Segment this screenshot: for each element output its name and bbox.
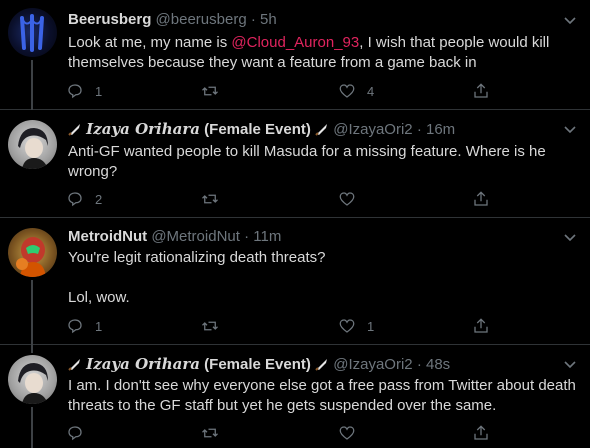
thread-line: [31, 407, 33, 448]
samus-character-icon: [16, 237, 46, 277]
knife-emoji: [315, 124, 328, 136]
reply-button[interactable]: 1: [66, 80, 102, 102]
chevron-down-icon[interactable]: [562, 356, 578, 372]
knife-emoji: [68, 359, 80, 371]
anime-character-icon: [18, 128, 48, 169]
knife-emoji: [68, 124, 80, 136]
display-name-suffix[interactable]: (Female Event): [204, 356, 311, 373]
share-icon: [474, 191, 488, 206]
share-button[interactable]: [472, 422, 490, 444]
reply-button[interactable]: 1: [66, 315, 102, 337]
heart-icon: [339, 426, 355, 440]
separator: ·: [244, 228, 250, 245]
display-name-suffix[interactable]: (Female Event): [204, 121, 311, 138]
thread-line: [31, 345, 33, 353]
like-button[interactable]: [338, 188, 367, 210]
heart-icon: [339, 84, 355, 98]
action-bar: [66, 422, 506, 444]
separator: ·: [250, 11, 256, 28]
action-bar: 1 1: [66, 315, 506, 337]
mention-link[interactable]: @Cloud_Auron_93: [231, 34, 359, 51]
retweet-icon: [202, 194, 218, 204]
tweet-header: Beerusberg @beerusberg · 5h: [68, 10, 550, 30]
tweet[interactable]: MetroidNut @MetroidNut · 11m You're legi…: [0, 218, 590, 345]
avatar[interactable]: [8, 355, 57, 404]
tweet[interactable]: Izaya Orihara (Female Event) @IzayaOri2 …: [0, 345, 590, 448]
avatar[interactable]: [8, 228, 57, 277]
reply-icon: [68, 192, 82, 207]
action-bar: 2: [66, 188, 506, 210]
handle[interactable]: @IzayaOri2: [333, 121, 412, 138]
display-name[interactable]: MetroidNut: [68, 228, 147, 245]
heart-icon: [339, 192, 355, 206]
retweet-button[interactable]: [201, 188, 230, 210]
handle[interactable]: @MetroidNut: [151, 228, 240, 245]
separator: ·: [416, 121, 422, 138]
tweet-text: I am. I don'tt see why everyone else got…: [68, 377, 576, 414]
handle[interactable]: @IzayaOri2: [333, 356, 412, 373]
reply-button[interactable]: 2: [66, 188, 102, 210]
tweet-text: Anti-GF wanted people to kill Masuda for…: [68, 143, 546, 180]
avatar[interactable]: [8, 8, 57, 57]
timestamp[interactable]: 48s: [426, 356, 450, 373]
tweet-header: MetroidNut @MetroidNut · 11m: [68, 227, 550, 247]
chevron-down-icon[interactable]: [562, 121, 578, 137]
chevron-down-icon[interactable]: [562, 12, 578, 28]
separator: ·: [416, 356, 422, 373]
like-button[interactable]: 1: [338, 315, 374, 337]
display-name-stylized[interactable]: Izaya Orihara: [86, 120, 200, 138]
retweet-button[interactable]: [201, 315, 230, 337]
share-button[interactable]: [472, 80, 490, 102]
knife-emoji: [315, 359, 328, 371]
like-button[interactable]: 4: [338, 80, 374, 102]
share-icon: [474, 425, 488, 440]
share-button[interactable]: [472, 188, 490, 210]
tweet-text: You're legit rationalizing death threats…: [68, 249, 326, 306]
tweet-header: Izaya Orihara (Female Event) @IzayaOri2 …: [68, 354, 550, 375]
reply-icon: [68, 84, 82, 99]
timestamp[interactable]: 11m: [253, 228, 281, 245]
anime-character-icon: [18, 363, 48, 404]
like-count: 4: [367, 83, 375, 99]
tweet-header: Izaya Orihara (Female Event) @IzayaOri2 …: [68, 119, 550, 140]
tweet[interactable]: Beerusberg @beerusberg · 5h Look at me, …: [0, 0, 590, 110]
chevron-down-icon[interactable]: [562, 229, 578, 245]
reply-icon: [68, 319, 82, 334]
display-name[interactable]: Beerusberg: [68, 11, 151, 28]
reply-count: 2: [95, 191, 103, 207]
retweet-icon: [202, 428, 218, 438]
share-button[interactable]: [472, 315, 490, 337]
retweet-button[interactable]: [201, 80, 230, 102]
handle[interactable]: @beerusberg: [156, 11, 247, 28]
share-icon: [474, 318, 488, 333]
thread-line: [31, 60, 33, 110]
like-button[interactable]: [338, 422, 367, 444]
like-count: 1: [367, 318, 375, 334]
heart-icon: [339, 319, 355, 333]
thread-line: [31, 280, 33, 345]
display-name-stylized[interactable]: Izaya Orihara: [86, 355, 200, 373]
avatar[interactable]: [8, 120, 57, 169]
timestamp[interactable]: 5h: [260, 11, 277, 28]
timestamp[interactable]: 16m: [426, 121, 455, 138]
text-before: Look at me, my name is: [68, 34, 232, 51]
retweet-button[interactable]: [201, 422, 230, 444]
tweet[interactable]: Izaya Orihara (Female Event) @IzayaOri2 …: [0, 110, 590, 218]
retweet-icon: [202, 321, 218, 331]
reply-count: 1: [95, 318, 103, 334]
reply-icon: [68, 426, 82, 441]
action-bar: 1 4: [66, 80, 506, 102]
reply-button[interactable]: [66, 422, 95, 444]
retweet-icon: [202, 86, 218, 96]
monster-logo-icon: [20, 14, 44, 52]
reply-count: 1: [95, 83, 103, 99]
share-icon: [474, 83, 488, 98]
tweet-text: Look at me, my name is @Cloud_Auron_93, …: [68, 33, 576, 73]
